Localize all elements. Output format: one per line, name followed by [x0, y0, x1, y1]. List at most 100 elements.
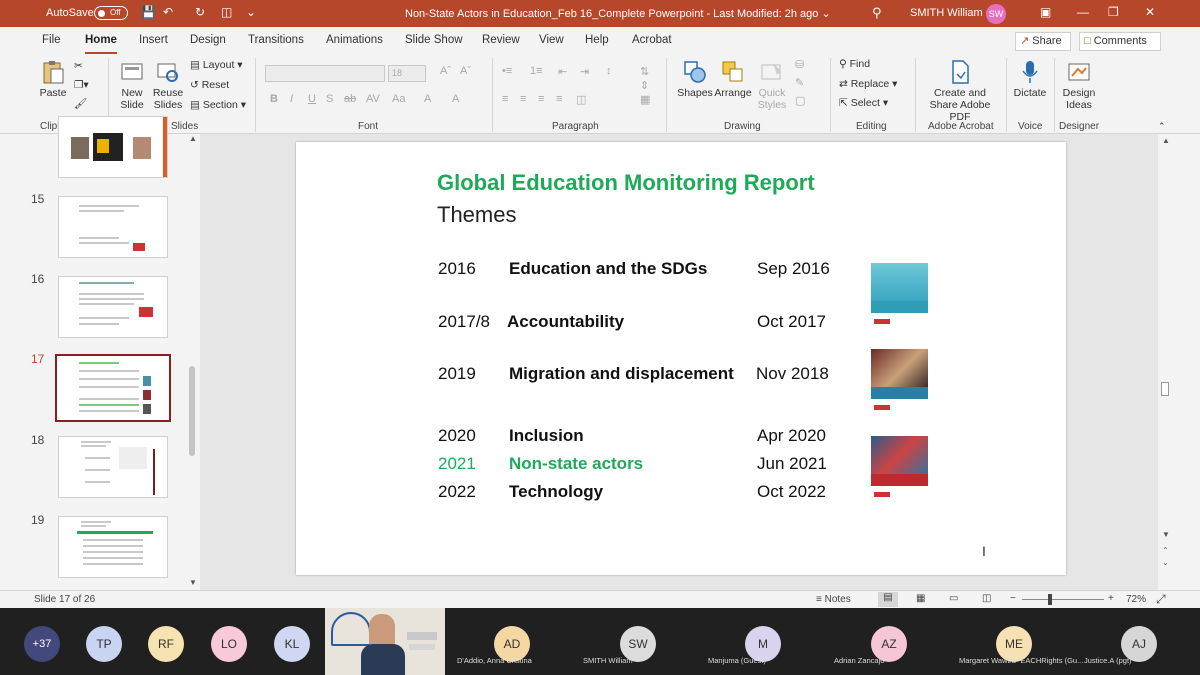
redo-icon[interactable]: ↻: [195, 5, 205, 19]
tab-acrobat[interactable]: Acrobat: [632, 34, 672, 46]
justify-icon[interactable]: ≡: [556, 93, 562, 105]
report-cover-image[interactable]: [871, 436, 928, 508]
zoom-in-icon[interactable]: +: [1108, 593, 1114, 604]
save-icon[interactable]: 💾: [141, 5, 156, 19]
slide-title[interactable]: Global Education Monitoring Report: [437, 170, 815, 196]
copy-icon[interactable]: ❐▾: [74, 79, 89, 91]
section-button[interactable]: ▤ Section ▾: [190, 99, 246, 111]
slide-sorter-icon[interactable]: ▦: [916, 593, 925, 604]
tab-view[interactable]: View: [539, 34, 564, 46]
new-slide-button[interactable]: New Slide: [116, 59, 148, 111]
participant-avatar[interactable]: TP: [86, 626, 122, 662]
smartart-icon[interactable]: ▦: [640, 93, 650, 106]
slide-vertical-scrollbar[interactable]: ▲ ▼ ⌃ ⌄: [1158, 134, 1172, 590]
tab-animations[interactable]: Animations: [326, 34, 383, 46]
slide-subtitle[interactable]: Themes: [437, 202, 516, 228]
participant-avatar[interactable]: LO: [211, 626, 247, 662]
decrease-indent-icon[interactable]: ⇤: [558, 65, 567, 78]
align-left-icon[interactable]: ≡: [502, 93, 508, 105]
participant-video[interactable]: [325, 608, 445, 675]
reuse-slides-button[interactable]: Reuse Slides: [152, 59, 184, 111]
tab-design[interactable]: Design: [190, 34, 226, 46]
layout-button[interactable]: ▤ Layout ▾: [190, 59, 243, 71]
autosave-toggle[interactable]: Off: [94, 6, 128, 20]
reading-view-icon[interactable]: ▭: [949, 593, 958, 604]
shadow-button[interactable]: S: [326, 93, 333, 105]
highlight-color-button[interactable]: A: [424, 93, 431, 105]
comments-button[interactable]: □ Comments: [1079, 32, 1161, 51]
quick-styles-button[interactable]: Quick Styles: [754, 59, 790, 111]
change-case-button[interactable]: Aa: [392, 93, 405, 105]
shape-effects-icon[interactable]: ▢: [795, 94, 805, 107]
user-avatar[interactable]: SW: [986, 4, 1006, 24]
increase-font-icon[interactable]: Aˆ: [440, 65, 451, 77]
shape-outline-icon[interactable]: ✎: [795, 76, 804, 89]
tab-insert[interactable]: Insert: [139, 34, 168, 46]
report-cover-image[interactable]: [871, 349, 928, 421]
participant-avatar[interactable]: RF: [148, 626, 184, 662]
replace-button[interactable]: ⇄ Replace ▾: [839, 78, 897, 90]
normal-view-icon[interactable]: ▤: [878, 592, 898, 607]
thumbnail-scroll-thumb[interactable]: [189, 366, 195, 456]
find-button[interactable]: ⚲ Find: [839, 58, 870, 70]
thumbnail-slide-14[interactable]: [58, 116, 168, 178]
search-icon[interactable]: ⚲: [872, 5, 882, 21]
thumbnail-slide-15[interactable]: [58, 196, 168, 258]
reset-button[interactable]: ↺ Reset: [190, 79, 229, 91]
underline-button[interactable]: U: [308, 93, 316, 105]
present-icon[interactable]: ◫: [221, 5, 232, 19]
zoom-slider[interactable]: [1022, 599, 1104, 600]
slide-counter[interactable]: Slide 17 of 26: [34, 594, 95, 605]
user-name[interactable]: SMITH William: [910, 7, 983, 19]
character-spacing-button[interactable]: AV: [366, 93, 380, 105]
zoom-level[interactable]: 72%: [1126, 594, 1146, 605]
more-participants-button[interactable]: +37: [24, 626, 60, 662]
zoom-out-icon[interactable]: −: [1010, 593, 1016, 604]
arrange-button[interactable]: Arrange: [714, 59, 752, 99]
dictate-button[interactable]: Dictate: [1012, 59, 1048, 99]
design-ideas-button[interactable]: Design Ideas: [1060, 59, 1098, 111]
shapes-button[interactable]: Shapes: [676, 59, 714, 99]
thumbnail-slide-18[interactable]: [58, 436, 168, 498]
bold-button[interactable]: B: [270, 93, 278, 105]
fit-to-window-icon[interactable]: ⤢: [1156, 592, 1166, 607]
thumbnail-slide-19[interactable]: [58, 516, 168, 578]
report-cover-image[interactable]: [871, 263, 928, 335]
collapse-ribbon-icon[interactable]: ⌃: [1158, 121, 1166, 132]
tab-help[interactable]: Help: [585, 34, 609, 46]
bullets-icon[interactable]: •≡: [502, 65, 512, 77]
font-name-dropdown[interactable]: [265, 65, 385, 82]
tab-transitions[interactable]: Transitions: [248, 34, 304, 46]
restore-icon[interactable]: ❐: [1108, 5, 1119, 19]
increase-indent-icon[interactable]: ⇥: [580, 65, 589, 78]
font-size-dropdown[interactable]: 18: [388, 65, 426, 82]
ribbon-display-icon[interactable]: ▣: [1040, 5, 1051, 19]
cut-icon[interactable]: ✂: [74, 60, 83, 72]
shape-fill-icon[interactable]: ⛁: [795, 58, 804, 71]
format-painter-icon[interactable]: 🖌: [74, 97, 87, 110]
align-right-icon[interactable]: ≡: [538, 93, 544, 105]
create-share-pdf-button[interactable]: Create and Share Adobe PDF: [920, 59, 1000, 123]
slide-editor-canvas[interactable]: Global Education Monitoring Report Theme…: [200, 134, 1158, 590]
decrease-font-icon[interactable]: Aˇ: [460, 65, 471, 77]
strikethrough-button[interactable]: ab: [344, 93, 356, 105]
tab-home[interactable]: Home: [85, 34, 117, 55]
current-slide[interactable]: Global Education Monitoring Report Theme…: [296, 142, 1066, 575]
text-direction-icon[interactable]: ⇅: [640, 65, 649, 78]
tab-file[interactable]: File: [42, 34, 61, 46]
zoom-slider-thumb[interactable]: [1048, 594, 1052, 605]
align-text-icon[interactable]: ⇕: [640, 79, 649, 92]
notes-button[interactable]: ≡ Notes: [816, 594, 851, 605]
slide-scroll-thumb[interactable]: [1161, 382, 1169, 396]
slideshow-view-icon[interactable]: ◫: [982, 593, 991, 604]
thumbnail-scrollbar[interactable]: ▲ ▼: [187, 134, 197, 590]
close-icon[interactable]: ✕: [1145, 5, 1155, 19]
align-center-icon[interactable]: ≡: [520, 93, 526, 105]
tab-slide-show[interactable]: Slide Show: [405, 34, 463, 46]
columns-icon[interactable]: ◫: [576, 93, 586, 106]
select-button[interactable]: ⇱ Select ▾: [839, 97, 888, 109]
italic-button[interactable]: I: [290, 93, 293, 105]
participant-avatar[interactable]: KL: [274, 626, 310, 662]
minimize-icon[interactable]: —: [1077, 5, 1089, 19]
font-color-button[interactable]: A: [452, 93, 459, 105]
